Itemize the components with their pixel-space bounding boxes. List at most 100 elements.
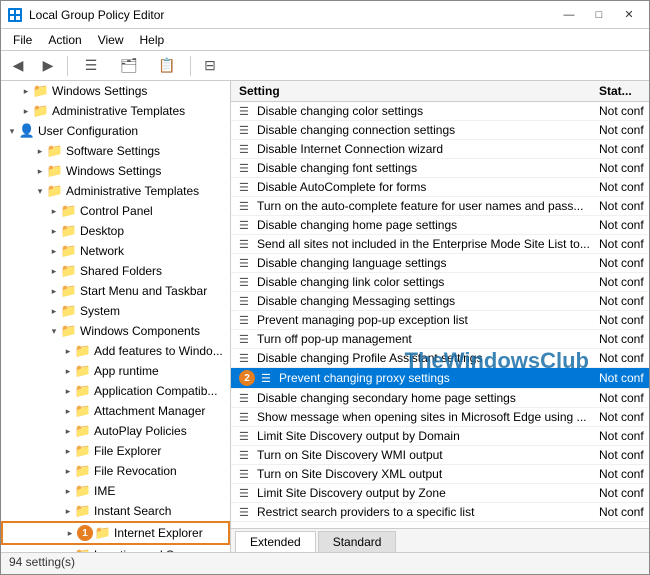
tab-extended[interactable]: Extended [235,531,316,552]
setting-cell: ☰Limit Site Discovery output by Domain [231,427,591,446]
tree-item-file-explorer[interactable]: ▸📁File Explorer [1,441,230,461]
menu-file[interactable]: File [5,31,40,49]
folder-icon: 📁 [75,383,91,399]
status-bar: 94 setting(s) [1,552,649,574]
main-content: ▸📁Windows Settings▸📁Administrative Templ… [1,81,649,552]
menu-action[interactable]: Action [40,31,89,49]
setting-label: Restrict search providers to a specific … [257,505,474,519]
setting-label: Disable changing Messaging settings [257,294,455,308]
tree-item-label: System [80,304,120,318]
tree-item-app-compat[interactable]: ▸📁Application Compatib... [1,381,230,401]
show-hide-button[interactable]: ☰ [74,54,108,78]
table-row[interactable]: ☰Disable changing Profile Assistant sett… [231,349,649,368]
table-row[interactable]: ☰Disable AutoComplete for formsNot conf [231,178,649,197]
toolbar: ◀ ▶ ☰ 🗂 📋 ⊟ [1,51,649,81]
table-row[interactable]: ☰Prevent managing pop-up exception listN… [231,311,649,330]
setting-label: Turn on Site Discovery WMI output [257,448,443,462]
settings-table[interactable]: Setting Stat... ☰Disable changing color … [231,81,649,528]
tree-item-instant-search[interactable]: ▸📁Instant Search [1,501,230,521]
table-row[interactable]: ☰Disable changing home page settingsNot … [231,216,649,235]
toolbar-btn-2[interactable]: 🗂 [112,54,146,78]
col-setting: Setting [231,81,591,102]
title-bar-controls: — □ ✕ [555,5,643,25]
filter-button[interactable]: ⊟ [197,54,223,78]
tree-item-windows-settings-top[interactable]: ▸📁Windows Settings [1,81,230,101]
state-cell: Not conf [591,292,649,311]
table-row[interactable]: ☰Disable changing Messaging settingsNot … [231,292,649,311]
table-row[interactable]: ☰Disable changing secondary home page se… [231,389,649,408]
toolbar-btn-3[interactable]: 📋 [150,54,184,78]
tree-item-app-runtime[interactable]: ▸📁App runtime [1,361,230,381]
tab-standard[interactable]: Standard [318,531,397,552]
tree-item-admin-templates-top[interactable]: ▸📁Administrative Templates [1,101,230,121]
table-row[interactable]: ☰Turn on Site Discovery WMI outputNot co… [231,446,649,465]
tree-item-internet-explorer[interactable]: ▸1📁Internet Explorer [1,521,230,545]
menu-view[interactable]: View [90,31,132,49]
table-row[interactable]: ☰Limit Site Discovery output by DomainNo… [231,427,649,446]
menu-help[interactable]: Help [132,31,173,49]
tree-item-start-menu[interactable]: ▸📁Start Menu and Taskbar [1,281,230,301]
minimize-button[interactable]: — [555,5,583,25]
table-row[interactable]: 2☰Prevent changing proxy settingsNot con… [231,368,649,389]
menu-bar: File Action View Help [1,29,649,51]
tree-item-autoplay[interactable]: ▸📁AutoPlay Policies [1,421,230,441]
tree-item-file-revocation[interactable]: ▸📁File Revocation [1,461,230,481]
state-cell: Not conf [591,254,649,273]
expand-icon: ▸ [61,366,75,377]
table-row[interactable]: ☰Disable changing link color settingsNot… [231,273,649,292]
forward-button[interactable]: ▶ [35,54,61,78]
setting-cell: ☰Show message when opening sites in Micr… [231,408,591,427]
setting-cell: ☰Disable changing link color settings [231,273,591,292]
table-row[interactable]: ☰Send all sites not included in the Ente… [231,235,649,254]
tree-item-system[interactable]: ▸📁System [1,301,230,321]
setting-label: Send all sites not included in the Enter… [257,237,590,251]
tree-item-control-panel[interactable]: ▸📁Control Panel [1,201,230,221]
tree-item-location-sensors[interactable]: ▸📁Location and Sensors [1,545,230,552]
tree-item-network[interactable]: ▸📁Network [1,241,230,261]
setting-label: Show message when opening sites in Micro… [257,410,587,424]
setting-cell: ☰Restrict search providers to a specific… [231,503,591,522]
tree-item-label: Instant Search [94,504,171,518]
state-cell: Not conf [591,389,649,408]
close-button[interactable]: ✕ [615,5,643,25]
table-row[interactable]: ☰Turn on the auto-complete feature for u… [231,197,649,216]
table-row[interactable]: ☰Disable changing color settingsNot conf [231,102,649,121]
table-row[interactable]: ☰Limit Site Discovery output by ZoneNot … [231,484,649,503]
setting-label: Limit Site Discovery output by Zone [257,486,446,500]
tree-item-desktop[interactable]: ▸📁Desktop [1,221,230,241]
maximize-button[interactable]: □ [585,5,613,25]
tree-item-admin-templates[interactable]: ▾📁Administrative Templates [1,181,230,201]
folder-icon: 📁 [33,103,49,119]
title-bar: Local Group Policy Editor — □ ✕ [1,1,649,29]
state-cell: Not conf [591,311,649,330]
folder-icon: 📁 [75,343,91,359]
back-button[interactable]: ◀ [5,54,31,78]
tree-item-windows-settings[interactable]: ▸📁Windows Settings [1,161,230,181]
tree-item-ime[interactable]: ▸📁IME [1,481,230,501]
table-row[interactable]: ☰Disable changing language settingsNot c… [231,254,649,273]
tree-item-shared-folders[interactable]: ▸📁Shared Folders [1,261,230,281]
table-row[interactable]: ☰Show message when opening sites in Micr… [231,408,649,427]
tree-item-add-features[interactable]: ▸📁Add features to Windo... [1,341,230,361]
state-cell: Not conf [591,408,649,427]
table-row[interactable]: ☰Turn off pop-up managementNot conf [231,330,649,349]
setting-icon: ☰ [239,181,253,194]
setting-cell: ☰Disable changing Messaging settings [231,292,591,311]
table-row[interactable]: ☰Disable changing font settingsNot conf [231,159,649,178]
table-row[interactable]: ☰Disable Internet Connection wizardNot c… [231,140,649,159]
tree-item-user-config[interactable]: ▾👤User Configuration [1,121,230,141]
tree-item-software-settings[interactable]: ▸📁Software Settings [1,141,230,161]
expand-icon: ▸ [61,486,75,497]
table-row[interactable]: ☰Restrict search providers to a specific… [231,503,649,522]
expand-icon: ▸ [63,528,77,539]
setting-cell: ☰Turn off pop-up management [231,330,591,349]
tree-item-windows-components[interactable]: ▾📁Windows Components [1,321,230,341]
title-bar-left: Local Group Policy Editor [7,7,164,23]
tree-item-label: Internet Explorer [114,526,203,540]
table-row[interactable]: ☰Turn on Site Discovery XML outputNot co… [231,465,649,484]
folder-icon: 📁 [75,403,91,419]
tree-item-attachment[interactable]: ▸📁Attachment Manager [1,401,230,421]
tree-panel[interactable]: ▸📁Windows Settings▸📁Administrative Templ… [1,81,231,552]
app-icon [7,7,23,23]
table-row[interactable]: ☰Disable changing connection settingsNot… [231,121,649,140]
